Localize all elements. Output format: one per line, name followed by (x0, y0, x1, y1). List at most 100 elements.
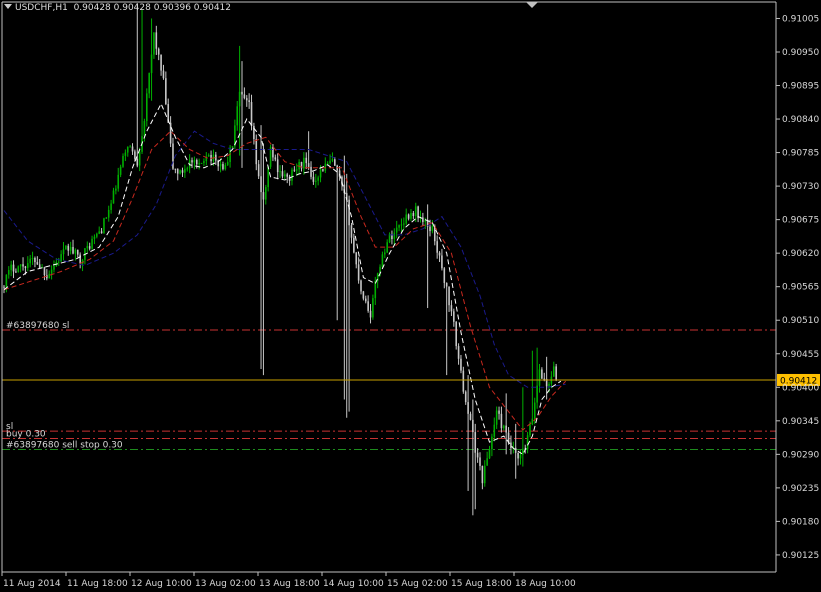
candle-body (126, 146, 129, 153)
candle-body (279, 171, 281, 173)
price-chart[interactable]: #63897680 slslbuy 0.30#63897680 sell sto… (0, 0, 821, 592)
candle-body (17, 266, 20, 273)
candle-body (295, 169, 298, 171)
candle-body (481, 465, 484, 484)
candle-body (519, 454, 522, 459)
candle-body (438, 252, 441, 256)
candle-body (72, 246, 74, 254)
candle-body (286, 174, 289, 177)
price-tick-label: 0.90840 (782, 115, 819, 125)
chart-background (0, 0, 821, 592)
candle-body (305, 157, 308, 164)
candle-body (76, 249, 79, 255)
price-tick-label: 0.90895 (782, 82, 819, 92)
candle-body (407, 214, 410, 219)
candle-body (112, 190, 115, 204)
candle-body (395, 227, 398, 233)
candle-body (431, 225, 434, 232)
candle-body (314, 180, 317, 182)
candle-body (143, 121, 146, 137)
candle-body (98, 231, 100, 234)
dropdown-arrow-icon[interactable] (4, 4, 12, 9)
candle-body (119, 166, 122, 175)
candle-body (526, 435, 529, 450)
chart-header: USDCHF,H1 0.90428 0.90428 0.90396 0.9041… (4, 3, 231, 13)
sl-line-1-label: #63897680 sl (6, 321, 69, 331)
candle-body (348, 199, 350, 226)
price-tick-label: 0.90455 (782, 350, 819, 360)
candle-body (293, 169, 296, 171)
candle-body (193, 160, 196, 163)
price-tick-label: 0.90345 (782, 417, 819, 427)
candle-body (267, 166, 269, 188)
candle-body (555, 366, 557, 380)
candle-body (329, 160, 331, 164)
candle-body (255, 139, 258, 165)
candle-body (107, 209, 110, 218)
candle-body (474, 432, 477, 453)
price-tick-label: 0.90235 (782, 484, 819, 494)
candle-body (238, 91, 241, 107)
candle-body (541, 369, 543, 379)
candle-body (386, 242, 388, 253)
candle-body (276, 159, 279, 173)
candle-body (357, 264, 360, 281)
candle-body (155, 32, 158, 49)
candle-body (476, 452, 479, 458)
candle-body (34, 257, 36, 263)
candle-body (469, 413, 472, 420)
candle-body (350, 225, 353, 238)
candle-body (24, 266, 27, 268)
candle-body (176, 168, 179, 174)
candle-body (522, 448, 524, 455)
candle-body (129, 146, 131, 148)
candle-body (503, 425, 505, 429)
price-tick-label: 0.90675 (782, 216, 819, 226)
candle-body (122, 155, 124, 167)
time-tick-label: 13 Aug 02:00 (195, 579, 256, 589)
chart-shift-marker-icon[interactable] (526, 2, 538, 8)
candle-body (7, 270, 10, 275)
candle-body (548, 383, 550, 387)
candle-body (110, 203, 112, 210)
candle-body (307, 163, 310, 167)
candle-body (355, 252, 358, 265)
candle-body (160, 54, 162, 71)
candle-body (393, 232, 396, 240)
candle-body (10, 264, 12, 271)
candle-body (3, 286, 5, 288)
candle-body (450, 305, 453, 312)
candle-body (448, 286, 450, 306)
candle-body (96, 233, 98, 237)
candle-body (310, 166, 312, 177)
candle-body (265, 187, 267, 200)
candle-body (491, 436, 493, 450)
candle-body (372, 298, 374, 318)
candle-body (479, 457, 481, 466)
candle-body (486, 458, 488, 466)
candle-body (272, 147, 274, 158)
candle-body (529, 424, 531, 436)
candle-body (200, 162, 203, 164)
candle-body (236, 106, 239, 126)
candle-body (505, 425, 507, 433)
price-tick-label: 0.90290 (782, 450, 819, 460)
candle-body (148, 73, 150, 94)
candle-body (222, 164, 224, 170)
candle-body (269, 147, 272, 167)
candle-body (157, 48, 160, 55)
candle-body (191, 160, 193, 163)
candle-body (248, 100, 250, 103)
candle-body (124, 152, 127, 156)
candle-body (74, 249, 77, 254)
candle-body (131, 146, 134, 152)
candle-body (533, 402, 536, 419)
candle-body (445, 282, 448, 287)
candle-body (115, 188, 117, 191)
candle-body (281, 171, 284, 177)
candle-body (384, 252, 386, 255)
candle-body (250, 102, 253, 126)
price-tick-label: 0.90510 (782, 316, 819, 326)
candle-body (457, 346, 460, 359)
candle-body (105, 217, 108, 219)
